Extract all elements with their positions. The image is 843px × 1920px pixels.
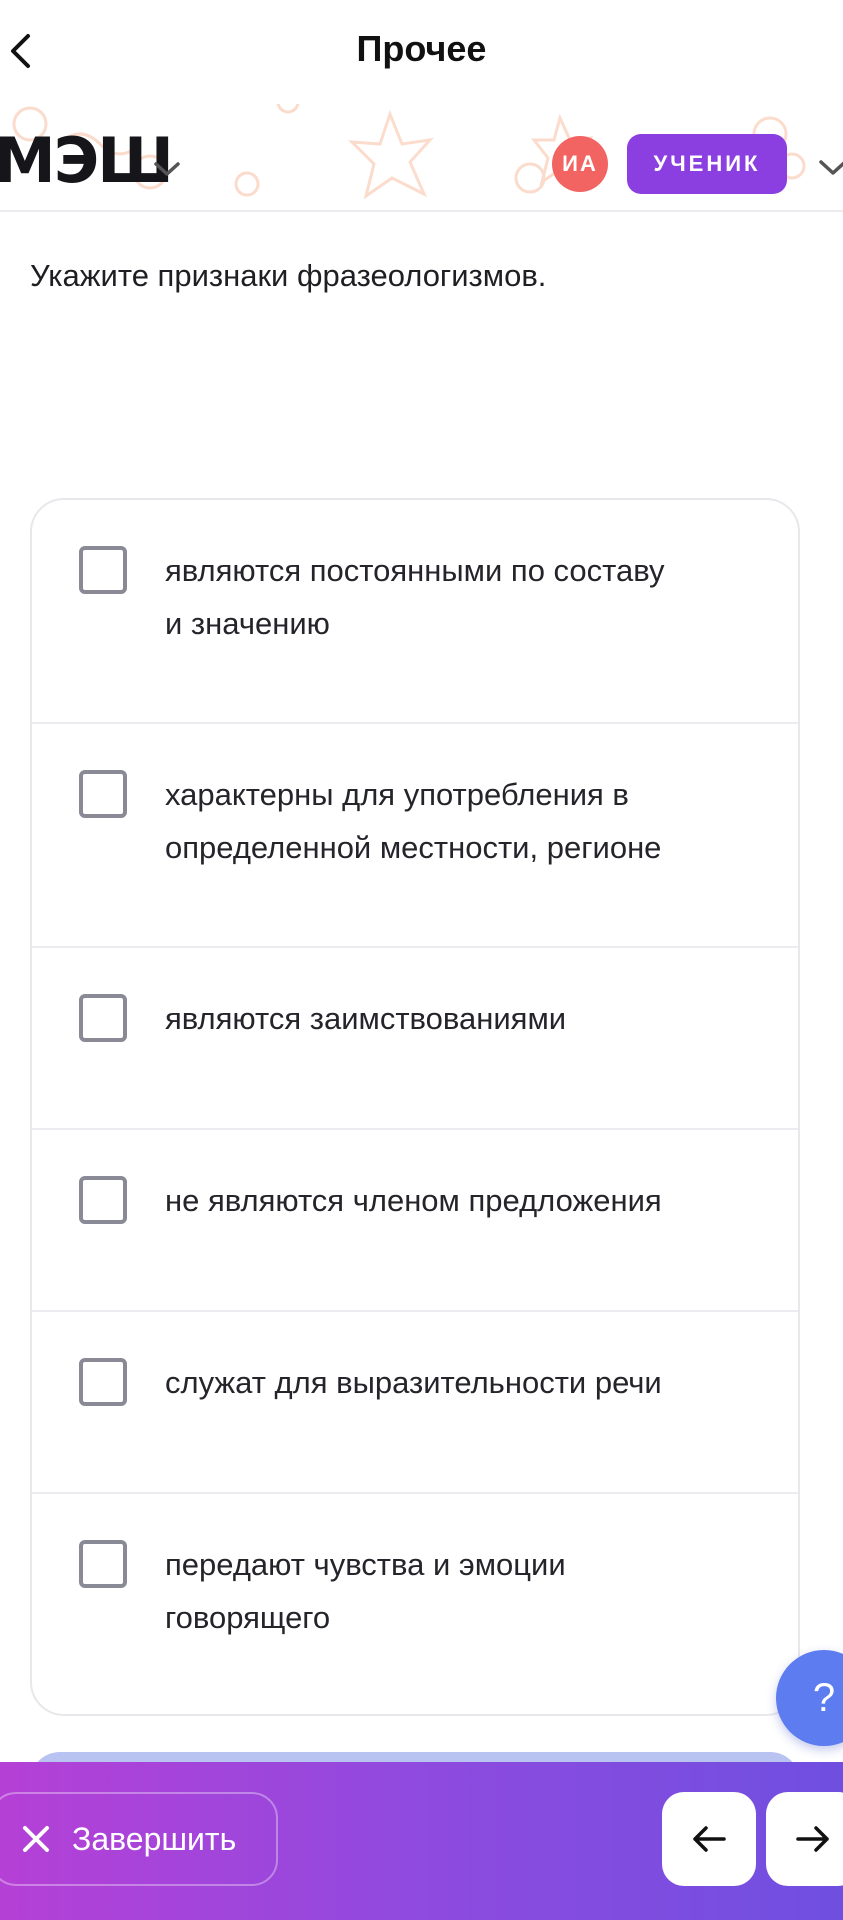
arrow-left-icon [693, 1826, 726, 1852]
chevron-down-icon[interactable] [816, 150, 843, 184]
close-icon [23, 1826, 49, 1852]
page-title: Прочее [356, 28, 487, 69]
role-badge[interactable]: УЧЕНИК [627, 134, 787, 194]
option-label: характерны для употребления в определенн… [165, 777, 662, 865]
mesh-logo[interactable]: МЭШ [0, 124, 174, 197]
screen: Прочее МЭШ ИА УЧЕНИК Укажите признаки фр… [0, 0, 843, 1920]
answer-option[interactable]: являются заимствованиями [32, 948, 798, 1130]
checkbox[interactable] [79, 546, 127, 594]
arrow-right-icon [796, 1826, 829, 1852]
logo-menu-chevron[interactable] [150, 152, 184, 186]
checkbox[interactable] [79, 770, 127, 818]
answer-option[interactable]: характерны для употребления в определенн… [32, 724, 798, 948]
bottom-bar: Завершить [0, 1762, 843, 1920]
user-avatar[interactable]: ИА [552, 136, 608, 192]
finish-button[interactable]: Завершить [0, 1792, 278, 1886]
checkbox[interactable] [79, 1358, 127, 1406]
option-label: являются заимствованиями [165, 1001, 567, 1036]
checkbox[interactable] [79, 1176, 127, 1224]
top-nav: Прочее [0, 0, 843, 104]
option-label: передают чувства и эмоции говорящего [165, 1547, 566, 1635]
next-question-button[interactable] [766, 1792, 843, 1886]
answer-option[interactable]: не являются членом предложения [32, 1130, 798, 1312]
answer-option[interactable]: передают чувства и эмоции говорящего [32, 1494, 798, 1714]
answer-option[interactable]: служат для выразительности речи [32, 1312, 798, 1494]
answer-option[interactable]: являются постоянными по составу и значен… [32, 500, 798, 724]
finish-label: Завершить [72, 1820, 237, 1857]
answer-options: являются постоянными по составу и значен… [30, 498, 800, 1716]
option-label: не являются членом предложения [165, 1183, 662, 1218]
checkbox[interactable] [79, 994, 127, 1042]
option-label: являются постоянными по составу и значен… [165, 553, 665, 641]
question-text: Укажите признаки фразеологизмов. [30, 258, 547, 293]
previous-question-button[interactable] [662, 1792, 756, 1886]
option-label: служат для выразительности речи [165, 1365, 662, 1400]
chevron-down-icon [154, 162, 180, 176]
checkbox[interactable] [79, 1540, 127, 1588]
